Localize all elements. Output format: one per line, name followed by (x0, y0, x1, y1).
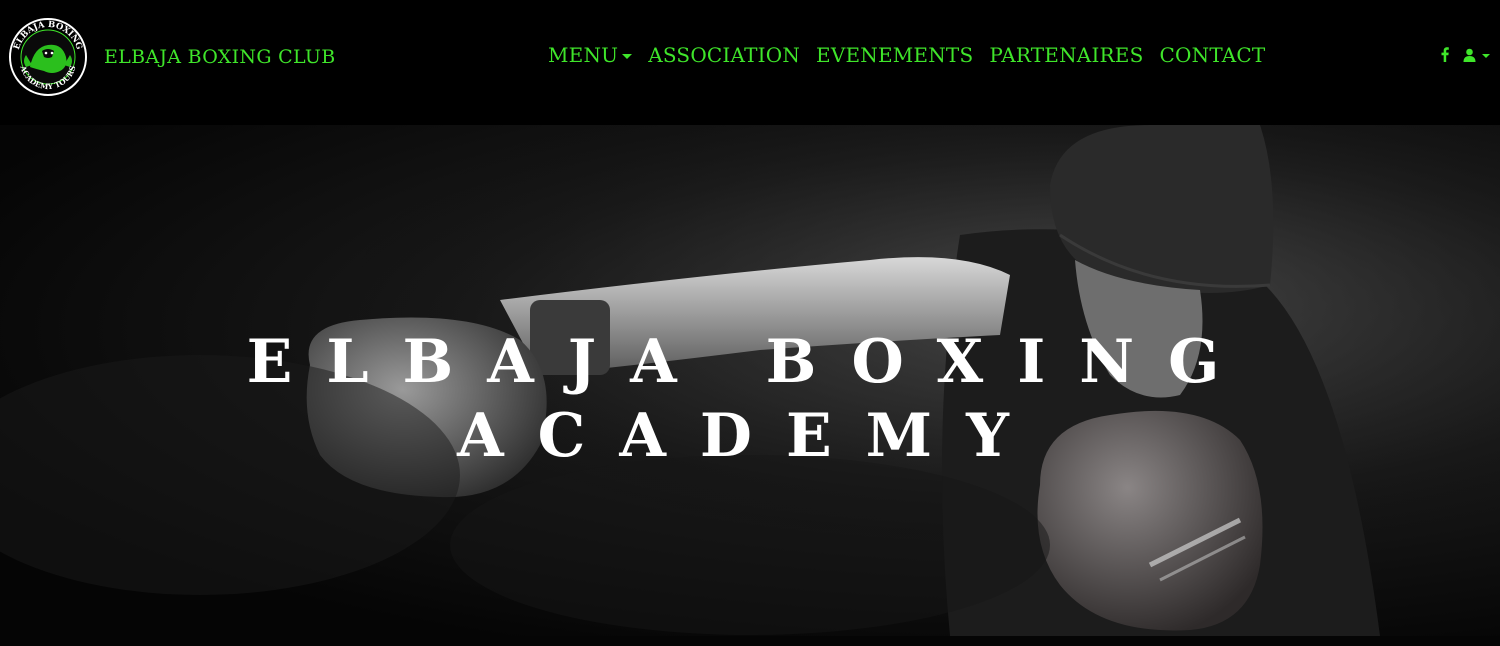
nav-item-contact[interactable]: CONTACT (1160, 43, 1266, 67)
nav-item-menu[interactable]: MENU (548, 43, 633, 67)
top-navbar: ELBAJA BOXING ACADEMY TOURS ELBAJA BOXIN… (0, 0, 1500, 125)
chevron-down-icon (1482, 53, 1490, 58)
brand-link[interactable]: ELBAJA BOXING ACADEMY TOURS ELBAJA BOXIN… (8, 17, 335, 97)
hero-title-line-2: ACADEMY (457, 401, 1043, 472)
nav-item-association[interactable]: ASSOCIATION (648, 43, 800, 67)
facebook-icon (1441, 47, 1449, 62)
brand-name: ELBAJA BOXING CLUB (104, 46, 336, 68)
main-menu: MENU ASSOCIATION EVENEMENTS PARTENAIRES … (548, 43, 1265, 67)
user-icon (1463, 48, 1476, 62)
nav-item-label: MENU (548, 43, 619, 67)
user-menu-button[interactable] (1463, 48, 1490, 62)
nav-item-partenaires[interactable]: PARTENAIRES (989, 43, 1143, 67)
nav-item-label: CONTACT (1159, 43, 1266, 67)
page-bottom-edge (0, 636, 1500, 646)
hero-title-line-1: ELBAJA BOXING (246, 327, 1254, 398)
facebook-link[interactable] (1441, 47, 1449, 62)
header-icons (1441, 47, 1490, 62)
nav-item-evenements[interactable]: EVENEMENTS (816, 43, 973, 67)
nav-item-label: ASSOCIATION (648, 43, 801, 67)
nav-item-label: PARTENAIRES (989, 43, 1144, 67)
hero-banner: ELBAJA BOXING ACADEMY (0, 125, 1500, 636)
hero-title: ELBAJA BOXING ACADEMY (0, 325, 1500, 473)
nav-item-label: EVENEMENTS (816, 43, 974, 67)
chevron-down-icon (622, 53, 633, 59)
club-logo: ELBAJA BOXING ACADEMY TOURS (9, 18, 87, 96)
